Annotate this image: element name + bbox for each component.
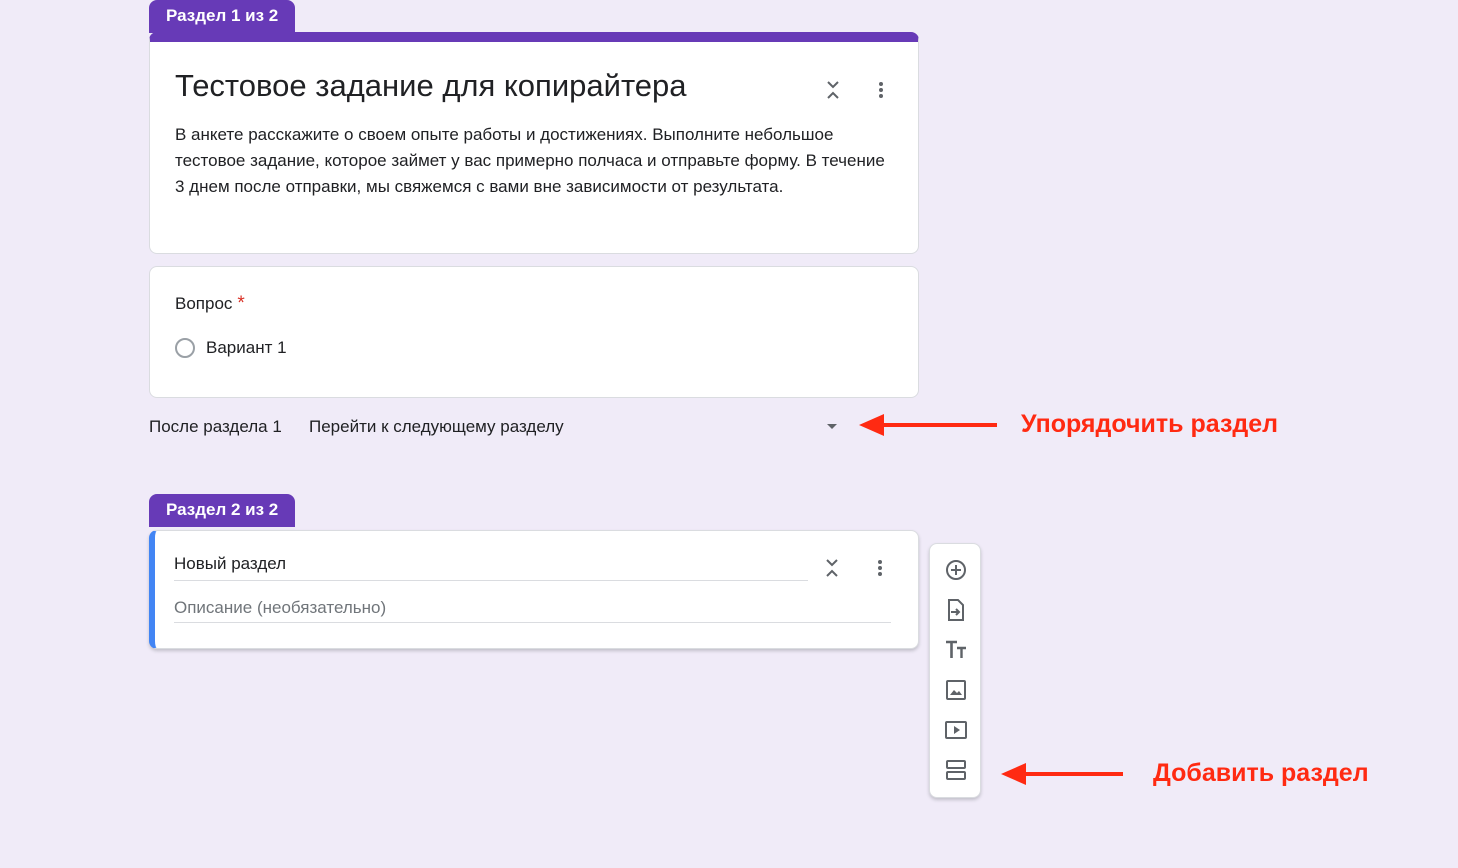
dropdown-caret-icon[interactable] bbox=[827, 424, 837, 429]
import-questions-icon[interactable] bbox=[942, 596, 970, 624]
collapse-section-icon[interactable] bbox=[818, 554, 846, 582]
form-description[interactable]: В анкете расскажите о своем опыте работы… bbox=[175, 122, 890, 200]
section-title-input[interactable]: Новый раздел bbox=[174, 551, 808, 581]
annotation-arrow-reorder bbox=[859, 414, 997, 436]
question-label: Вопрос bbox=[175, 294, 233, 313]
after-section-label: После раздела 1 bbox=[149, 417, 282, 436]
question-title: Вопрос * bbox=[175, 293, 245, 315]
add-image-icon[interactable] bbox=[942, 676, 970, 704]
collapse-section-icon[interactable] bbox=[819, 76, 847, 104]
radio-option-label: Вариант 1 bbox=[206, 338, 287, 357]
question-card[interactable]: Вопрос * Вариант 1 bbox=[149, 266, 919, 398]
section-description-input[interactable]: Описание (необязательно) bbox=[174, 595, 891, 623]
required-mark: * bbox=[237, 293, 245, 314]
annotation-add-section: Добавить раздел bbox=[1153, 759, 1369, 787]
annotation-arrow-add-section bbox=[1001, 763, 1123, 785]
add-video-icon[interactable] bbox=[942, 716, 970, 744]
section-1-tab: Раздел 1 из 2 bbox=[149, 0, 296, 33]
add-section-icon[interactable] bbox=[942, 756, 970, 784]
add-question-icon[interactable] bbox=[942, 556, 970, 584]
after-section-row: После раздела 1 Перейти к следующему раз… bbox=[149, 414, 849, 440]
more-options-icon[interactable] bbox=[867, 76, 895, 104]
radio-button[interactable] bbox=[175, 338, 195, 358]
section-2-tab: Раздел 2 из 2 bbox=[149, 494, 296, 527]
radio-option[interactable]: Вариант 1 bbox=[175, 337, 287, 359]
form-header-card[interactable]: Тестовое задание для копирайтера В анкет… bbox=[149, 32, 919, 254]
add-title-icon[interactable] bbox=[942, 636, 970, 664]
after-section-select[interactable]: Перейти к следующему разделу bbox=[309, 414, 564, 440]
section-2-card[interactable]: Новый раздел Описание (необязательно) bbox=[149, 530, 919, 649]
annotation-reorder-section: Упорядочить раздел bbox=[1021, 410, 1279, 438]
floating-toolbar bbox=[929, 543, 981, 798]
more-options-icon[interactable] bbox=[866, 554, 894, 582]
form-title[interactable]: Тестовое задание для копирайтера bbox=[175, 66, 687, 106]
